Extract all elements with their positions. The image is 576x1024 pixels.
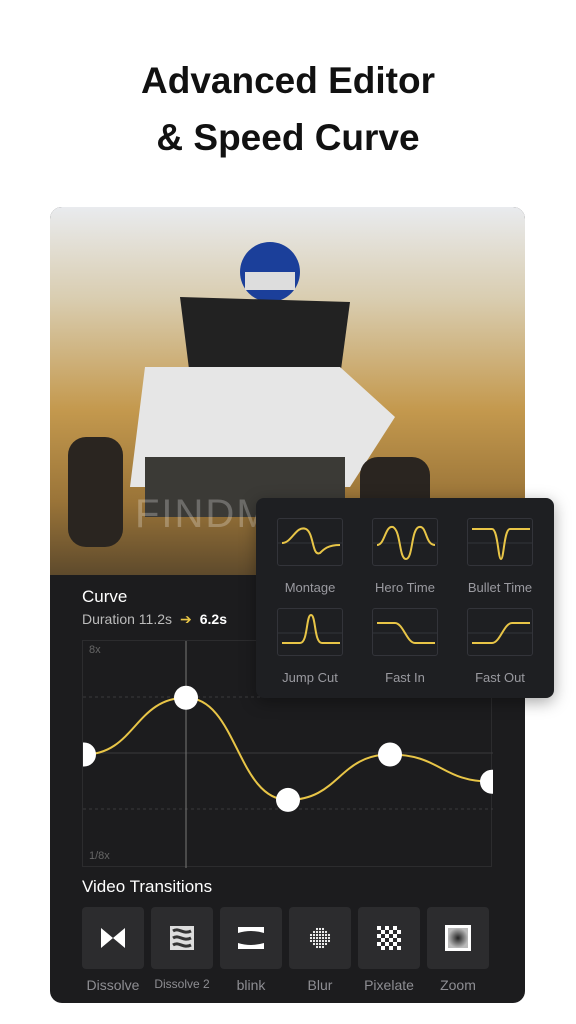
curve-control-point[interactable] bbox=[480, 769, 493, 794]
transition-label: blink bbox=[236, 977, 266, 993]
dissolve-wave-icon bbox=[151, 907, 213, 969]
transition-blur[interactable]: Blur bbox=[289, 907, 351, 993]
preset-label: Bullet Time bbox=[467, 580, 533, 595]
transition-zoom[interactable]: Zoom bbox=[427, 907, 489, 993]
duration-readout: Duration 11.2s ➔ 6.2s bbox=[82, 611, 227, 628]
transition-blink[interactable]: blink bbox=[220, 907, 282, 993]
transition-label: Zoom bbox=[440, 977, 476, 993]
transition-dissolve-2[interactable]: Dissolve 2 bbox=[151, 907, 213, 993]
y-min-label: 1/8x bbox=[89, 850, 110, 862]
preset-label: Jump Cut bbox=[282, 670, 338, 685]
preset-curve-icon bbox=[372, 608, 438, 656]
preset-label: Fast In bbox=[385, 670, 425, 685]
curve-control-point[interactable] bbox=[276, 787, 300, 812]
headline-line-1: Advanced Editor bbox=[141, 60, 435, 101]
y-max-label: 8x bbox=[89, 644, 101, 656]
preset-fast-in[interactable]: Fast In bbox=[372, 608, 438, 685]
new-duration: 6.2s bbox=[199, 611, 227, 627]
curve-control-point[interactable] bbox=[378, 742, 402, 767]
preset-label: Montage bbox=[284, 580, 336, 595]
zoom-square-icon bbox=[427, 907, 489, 969]
preset-fast-out[interactable]: Fast Out bbox=[467, 608, 533, 685]
curve-control-point[interactable] bbox=[174, 685, 198, 710]
bowtie-icon bbox=[82, 907, 144, 969]
preset-curve-icon bbox=[467, 518, 533, 566]
transition-pixelate[interactable]: Pixelate bbox=[358, 907, 420, 993]
preset-jump-cut[interactable]: Jump Cut bbox=[277, 608, 343, 685]
preset-curve-icon bbox=[372, 518, 438, 566]
headline: Advanced Editor & Speed Curve bbox=[0, 52, 576, 166]
checker-icon bbox=[358, 907, 420, 969]
blink-icon bbox=[220, 907, 282, 969]
transition-label: Dissolve bbox=[86, 977, 140, 993]
curve-control-point[interactable] bbox=[83, 742, 96, 767]
preset-curve-icon bbox=[277, 608, 343, 656]
preset-label: Fast Out bbox=[475, 670, 525, 685]
preset-curve-icon bbox=[467, 608, 533, 656]
curve-presets-popup: Montage Hero Time Bullet Time Jump Cut Fast … bbox=[256, 498, 554, 698]
headline-line-2: & Speed Curve bbox=[156, 117, 420, 158]
transition-label: Pixelate bbox=[364, 977, 414, 993]
transitions-title: Video Transitions bbox=[82, 877, 213, 896]
transition-label: Blur bbox=[307, 977, 333, 993]
original-duration: Duration 11.2s bbox=[82, 611, 173, 627]
preset-montage[interactable]: Montage bbox=[277, 518, 343, 595]
arrow-right-icon: ➔ bbox=[180, 611, 192, 627]
preset-hero-time[interactable]: Hero Time bbox=[372, 518, 438, 595]
preset-bullet-time[interactable]: Bullet Time bbox=[467, 518, 533, 595]
preset-label: Hero Time bbox=[375, 580, 435, 595]
dot-grid-icon bbox=[289, 907, 351, 969]
speed-curve-line bbox=[83, 696, 493, 801]
curve-title: Curve bbox=[82, 587, 128, 606]
transition-dissolve[interactable]: Dissolve bbox=[82, 907, 144, 993]
transition-label: Dissolve 2 bbox=[154, 977, 210, 991]
preset-curve-icon bbox=[277, 518, 343, 566]
